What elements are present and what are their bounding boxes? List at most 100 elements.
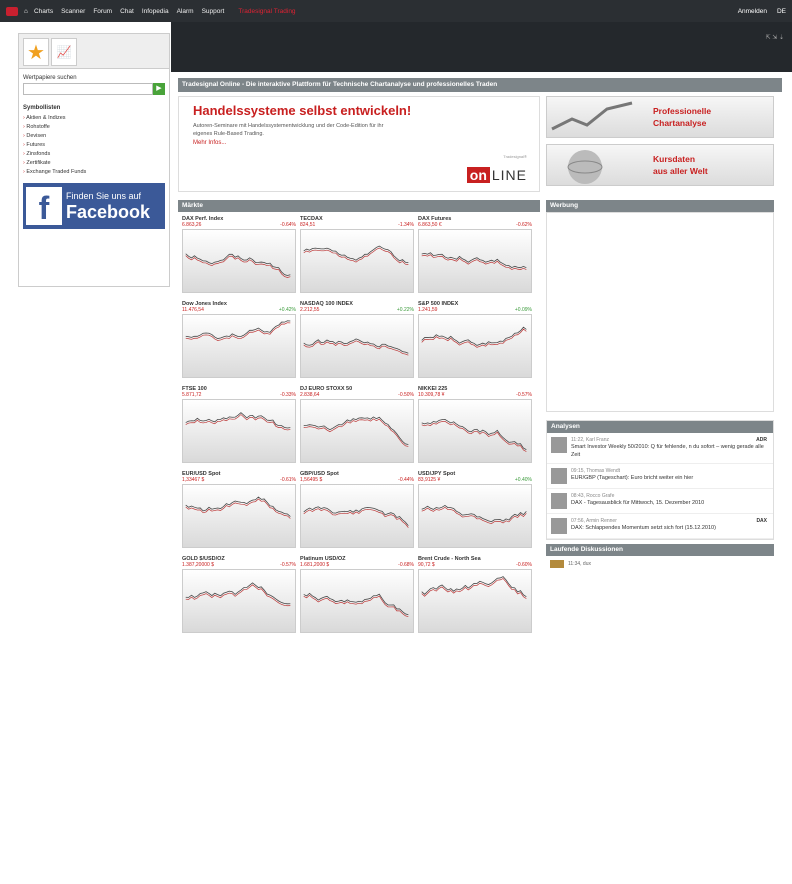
mini-chart xyxy=(182,569,296,633)
market-change: -0.33% xyxy=(280,392,296,398)
nav-scanner[interactable]: Scanner xyxy=(61,8,85,15)
worldwide-data-button[interactable]: Kursdaten aus aller Welt xyxy=(546,144,774,186)
chart-tab[interactable]: 📈 xyxy=(51,38,77,66)
market-chart-cell[interactable]: TECDAX 824,51 -1.34% xyxy=(300,216,414,295)
btn2-line1: Kursdaten xyxy=(653,154,696,164)
search-go-button[interactable]: ▶ xyxy=(153,83,165,95)
discussions-panel: Laufende Diskussionen 11:34, dux xyxy=(546,544,774,572)
market-chart-cell[interactable]: DAX Futures 6.863,50 € -0.62% xyxy=(418,216,532,295)
market-chart-cell[interactable]: DJ EURO STOXX 50 2.838,64 -0.50% xyxy=(300,386,414,465)
market-change: +0.09% xyxy=(514,307,532,313)
nav-forum[interactable]: Forum xyxy=(93,8,112,15)
analysis-item[interactable]: 07:56, Armin Renner DAX: Schlappendes Mo… xyxy=(547,514,773,539)
market-chart-cell[interactable]: Dow Jones Index 11.476,54 +0.42% xyxy=(182,301,296,380)
price-line xyxy=(421,326,527,346)
analysis-item[interactable]: 08:43, Rocco Grafe DAX - Tagesausblick f… xyxy=(547,489,773,514)
market-chart-cell[interactable]: GBP/USD Spot 1,56495 $ -0.44% xyxy=(300,471,414,550)
moving-average-line xyxy=(303,418,409,447)
favorites-tab[interactable]: ★ xyxy=(23,38,49,66)
professional-charting-button[interactable]: Professionelle Chartanalyse xyxy=(546,96,774,138)
market-chart-cell[interactable]: FTSE 100 5.871,72 -0.33% xyxy=(182,386,296,465)
top-navigation-bar: ⌂ Charts Scanner Forum Chat Infopedia Al… xyxy=(0,0,792,22)
symbol-list-item[interactable]: Zertifikate xyxy=(23,159,169,168)
online-logo-small: Tradesignal® xyxy=(503,154,527,159)
facebook-banner[interactable]: f Finden Sie uns auf Facebook xyxy=(23,183,165,229)
market-price: 1,33467 $ xyxy=(182,477,205,483)
moving-average-line xyxy=(185,255,291,278)
chart-icon: 📈 xyxy=(56,45,72,59)
online-logo: on LINE xyxy=(466,167,527,183)
header-tools-icons[interactable]: ⇱ ⇲ ⇣ xyxy=(766,34,784,41)
symbol-list-item[interactable]: Aktien & Indizes xyxy=(23,114,169,123)
avatar xyxy=(551,518,567,534)
ad-title: Werbung xyxy=(546,200,774,212)
tradesignal-logo-icon[interactable] xyxy=(6,6,18,16)
symbol-list: Aktien & Indizes Rohstoffe Devisen Futur… xyxy=(23,114,169,177)
market-price: 824,51 xyxy=(300,222,316,228)
price-line xyxy=(185,253,291,276)
home-icon[interactable]: ⌂ xyxy=(24,8,28,15)
login-link[interactable]: Anmelden xyxy=(738,8,767,15)
mini-chart xyxy=(418,484,532,548)
btn1-line2: Chartanalyse xyxy=(653,118,707,128)
market-change: +0.22% xyxy=(396,307,414,313)
promo-more-link[interactable]: Mehr Infos... xyxy=(193,140,525,146)
discussion-item[interactable]: 11:34, dux xyxy=(546,556,774,572)
price-line xyxy=(185,496,291,517)
nav-chat[interactable]: Chat xyxy=(120,8,134,15)
market-chart-cell[interactable]: EUR/USD Spot 1,33467 $ -0.61% xyxy=(182,471,296,550)
nav-alarm[interactable]: Alarm xyxy=(177,8,194,15)
price-line xyxy=(421,504,527,523)
moving-average-line xyxy=(303,594,409,618)
price-line xyxy=(421,576,527,597)
market-chart-cell[interactable]: NASDAQ 100 INDEX 2.212,55 +0.22% xyxy=(300,301,414,380)
symbol-list-item[interactable]: Rohstoffe xyxy=(23,123,169,132)
promo-text: Autoren-Seminare mit Handelssystementwic… xyxy=(193,123,384,137)
market-change: -1.34% xyxy=(398,222,414,228)
star-icon: ★ xyxy=(27,41,45,64)
market-price: 1,56495 $ xyxy=(300,477,323,483)
nav-charts[interactable]: Charts xyxy=(34,8,53,15)
nav-support[interactable]: Support xyxy=(202,8,225,15)
market-chart-cell[interactable]: GOLD $/USD/OZ 1.387,20000 $ -0.57% xyxy=(182,556,296,635)
ticker-text[interactable]: Tradesignal Trading xyxy=(238,8,295,15)
analysis-tag: DAX xyxy=(756,518,767,524)
mini-chart xyxy=(182,484,296,548)
market-price: 10.309,78 ¥ xyxy=(418,392,445,398)
analysis-text: EUR/GBP (Tageschart): Euro bricht weiter… xyxy=(571,475,694,481)
main-content: Tradesignal Online - Die interaktive Pla… xyxy=(178,78,782,884)
moving-average-line xyxy=(303,340,409,356)
moving-average-line xyxy=(185,322,291,341)
analysis-text: Smart Investor Weekly 50/2010: Q für feh… xyxy=(571,444,764,458)
market-price: 1.681,2000 $ xyxy=(300,562,330,568)
discussion-meta: 11:34, dux xyxy=(568,561,591,567)
market-chart-cell[interactable]: Brent Crude - North Sea 90,72 $ -0.60% xyxy=(418,556,532,635)
mini-chart xyxy=(300,314,414,378)
market-change: -0.68% xyxy=(398,562,414,568)
analysis-tag: ADR xyxy=(756,437,767,443)
market-chart-grid: DAX Perf. Index 6.863,26 -0.64% TECDAX 824… xyxy=(178,212,540,639)
promo-banner[interactable]: Handelssysteme selbst entwickeln! Autore… xyxy=(178,96,540,192)
market-chart-cell[interactable]: S&P 500 INDEX 1.241,59 +0.09% xyxy=(418,301,532,380)
search-input[interactable] xyxy=(23,83,153,95)
language-select[interactable]: DE xyxy=(777,8,786,15)
market-price: 2.212,55 xyxy=(300,307,320,313)
market-change: +0.42% xyxy=(278,307,296,313)
market-change: -0.60% xyxy=(516,562,532,568)
mini-chart xyxy=(182,229,296,293)
avatar xyxy=(551,493,567,509)
market-chart-cell[interactable]: DAX Perf. Index 6.863,26 -0.64% xyxy=(182,216,296,295)
market-chart-cell[interactable]: NIKKEI 225 10.309,78 ¥ -0.57% xyxy=(418,386,532,465)
moving-average-line xyxy=(303,508,409,528)
market-chart-cell[interactable]: USD/JPY Spot 83,9125 ¥ +0.40% xyxy=(418,471,532,550)
analysis-item[interactable]: 09:15, Thomas Wendt EUR/GBP (Tageschart)… xyxy=(547,464,773,489)
nav-infopedia[interactable]: Infopedia xyxy=(142,8,169,15)
symbol-list-item[interactable]: Zinsfonds xyxy=(23,150,169,159)
market-chart-cell[interactable]: Platinum USD/OZ 1.681,2000 $ -0.68% xyxy=(300,556,414,635)
symbol-list-item[interactable]: Futures xyxy=(23,141,169,150)
analysis-item[interactable]: 11:22, Karl Franz Smart Investor Weekly … xyxy=(547,433,773,464)
symbol-list-item[interactable]: Devisen xyxy=(23,132,169,141)
market-change: -0.62% xyxy=(516,222,532,228)
price-line xyxy=(303,416,409,445)
symbol-list-item[interactable]: Exchange Traded Funds xyxy=(23,168,169,177)
